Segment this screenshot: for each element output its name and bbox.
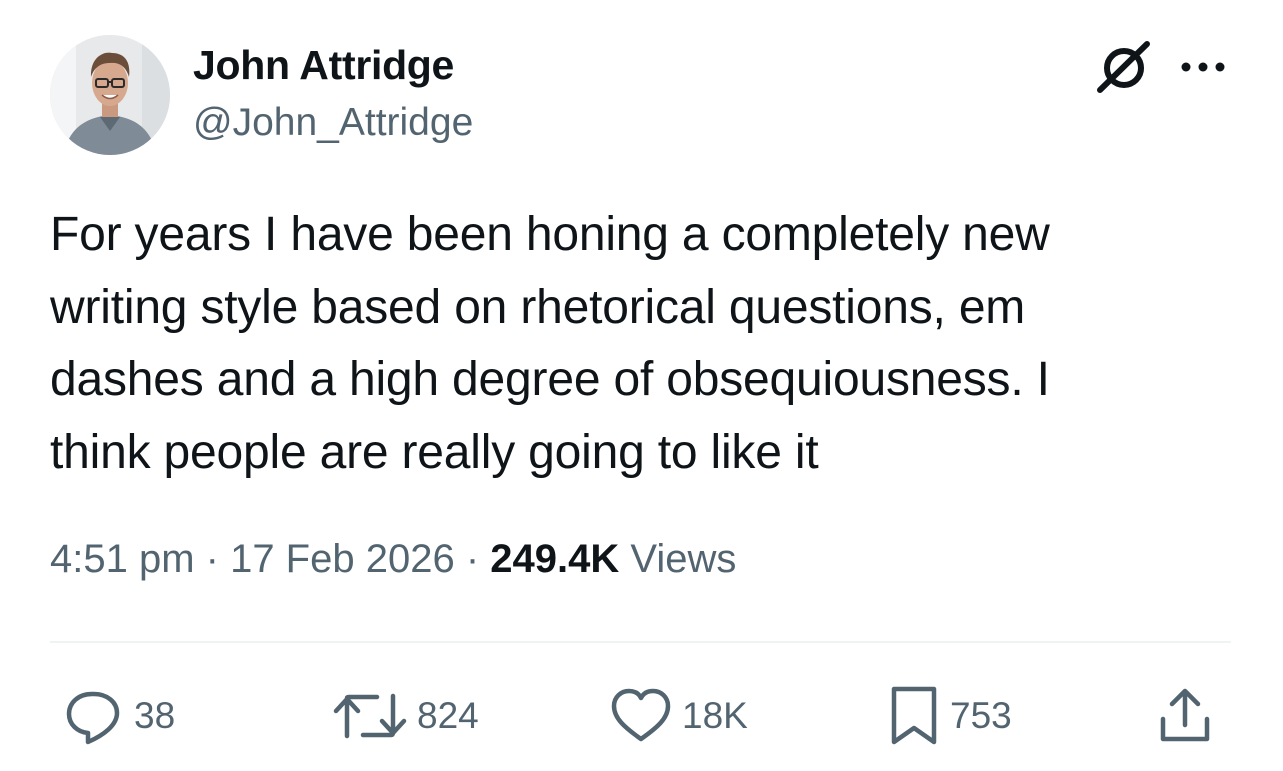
author-handle[interactable]: @John_Attridge: [193, 101, 473, 145]
share-button[interactable]: [1155, 684, 1215, 748]
meta-separator: ·: [454, 537, 491, 581]
avatar[interactable]: [50, 35, 170, 155]
repost-count: 824: [417, 695, 479, 736]
tweet-metadata: 4:51 pm · 17 Feb 2026 · 249.4K Views: [50, 537, 736, 582]
meta-separator: ·: [194, 537, 231, 581]
repost-button[interactable]: 824: [333, 684, 479, 748]
tweet-text-line: writing style based on rhetorical questi…: [50, 280, 1026, 334]
tweet-card: John Attridge @John_Attridge For years I…: [0, 0, 1283, 771]
share-icon: [1160, 688, 1210, 742]
divider: [50, 641, 1231, 643]
like-button[interactable]: 18K: [610, 684, 748, 748]
views-count[interactable]: 249.4K: [490, 537, 619, 581]
tweet-time[interactable]: 4:51 pm: [50, 537, 195, 581]
bookmark-icon: [891, 686, 937, 745]
heart-icon: [611, 688, 671, 742]
grok-icon[interactable]: [1094, 40, 1152, 94]
tweet-date[interactable]: 17 Feb 2026: [230, 537, 455, 581]
bookmark-count: 753: [950, 695, 1012, 736]
tweet-text: For years I have been honing a completel…: [50, 199, 1230, 489]
tweet-text-line: For years I have been honing a completel…: [50, 208, 1050, 261]
avatar-photo: [50, 35, 170, 155]
repost-icon: [333, 693, 407, 739]
tweet-text-line: think people are really going to like it: [50, 425, 819, 479]
tweet-text-line: dashes and a high degree of obsequiousne…: [50, 353, 1050, 406]
reply-count: 38: [134, 695, 176, 736]
reply-button[interactable]: 38: [64, 684, 175, 748]
views-label: Views: [619, 537, 737, 581]
bookmark-button[interactable]: 753: [888, 684, 1012, 748]
reply-icon: [66, 691, 120, 745]
like-count: 18K: [682, 695, 748, 736]
more-options-icon[interactable]: [1180, 60, 1226, 74]
author-display-name[interactable]: John Attridge: [193, 42, 454, 89]
